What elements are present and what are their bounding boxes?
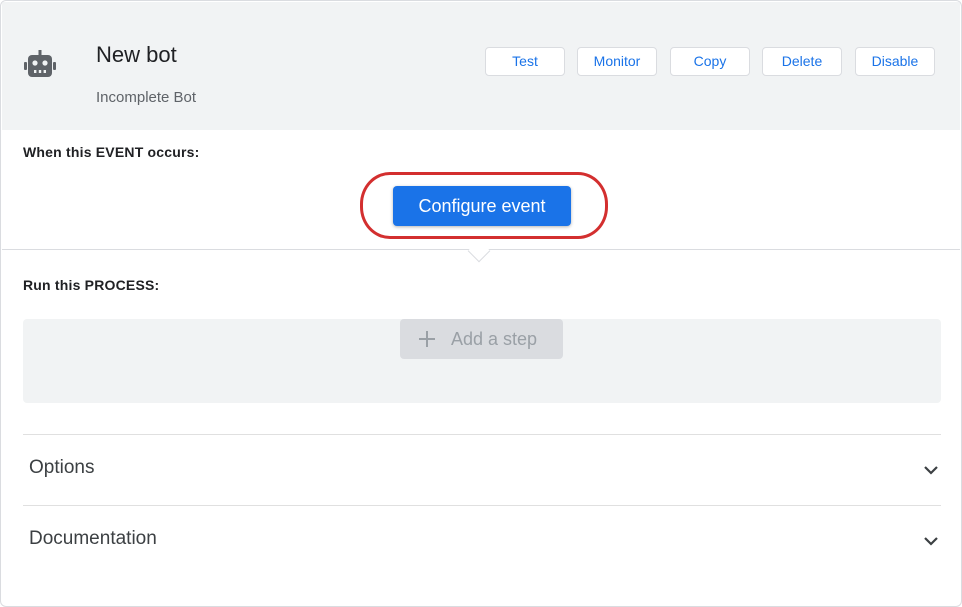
divider-notch — [467, 239, 491, 263]
delete-button[interactable]: Delete — [762, 47, 842, 76]
documentation-label: Documentation — [29, 528, 157, 549]
copy-button[interactable]: Copy — [670, 47, 750, 76]
plus-icon — [419, 331, 435, 347]
bot-title: New bot — [96, 42, 177, 67]
documentation-accordion[interactable]: Documentation — [23, 506, 941, 576]
process-section-label: Run this PROCESS: — [23, 277, 160, 293]
configure-event-button[interactable]: Configure event — [393, 186, 571, 226]
event-section-label: When this EVENT occurs: — [23, 144, 200, 160]
options-label: Options — [29, 457, 95, 478]
add-step-label: Add a step — [451, 329, 538, 349]
chevron-down-icon — [924, 466, 938, 475]
disable-button[interactable]: Disable — [855, 47, 935, 76]
robot-icon — [24, 50, 56, 77]
bot-editor-card: New bot Incomplete Bot Test Monitor Copy… — [0, 0, 962, 607]
monitor-button[interactable]: Monitor — [577, 47, 657, 76]
add-step-button[interactable]: Add a step — [400, 319, 563, 359]
test-button[interactable]: Test — [485, 47, 565, 76]
bot-status: Incomplete Bot — [96, 89, 197, 106]
options-accordion[interactable]: Options — [23, 435, 941, 505]
chevron-down-icon — [924, 537, 938, 546]
